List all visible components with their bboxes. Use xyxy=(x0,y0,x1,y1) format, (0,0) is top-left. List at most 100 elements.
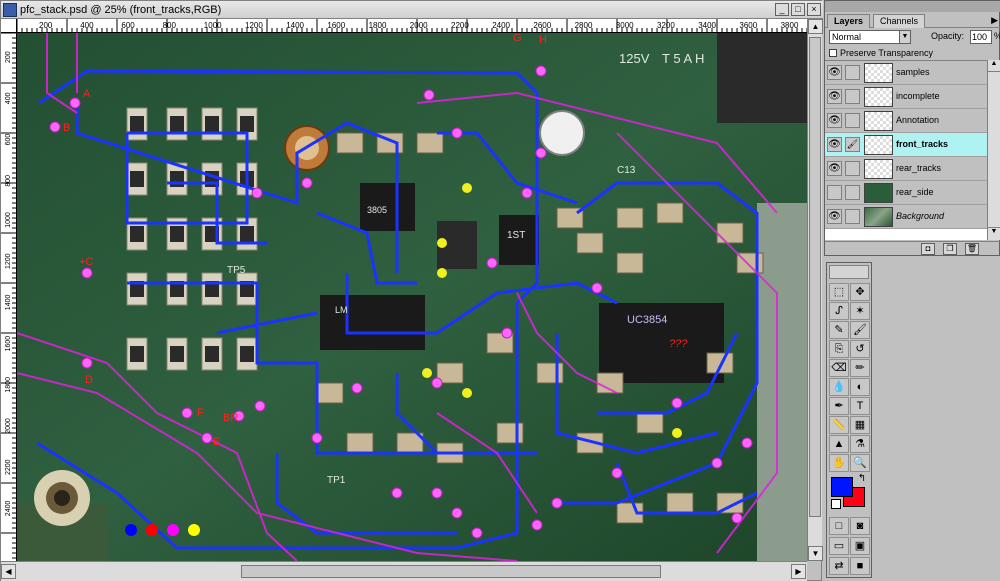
eye-hidden-slot[interactable] xyxy=(827,185,842,200)
layer-row[interactable]: 👁 samples xyxy=(825,61,987,85)
ruler-label: 1200 xyxy=(5,253,12,269)
document-titlebar[interactable]: pfc_stack.psd @ 25% (front_tracks,RGB) _… xyxy=(1,1,823,19)
layer-row[interactable]: 👁 Background xyxy=(825,205,987,229)
jump-to-imageready-icon[interactable]: ⇄ xyxy=(829,557,849,575)
net-label-h: H xyxy=(539,34,547,46)
ruler-label: 3600 xyxy=(739,21,757,30)
scroll-down-button[interactable]: ▼ xyxy=(808,546,823,561)
palette-titlebar[interactable] xyxy=(825,1,1000,12)
blur-tool-icon[interactable]: 💧 xyxy=(829,378,849,396)
layer-row[interactable]: 👁 rear_tracks xyxy=(825,157,987,181)
link-slot[interactable] xyxy=(845,65,860,80)
horizontal-scrollbar[interactable]: ◀ ▶ xyxy=(1,561,807,581)
scroll-right-button[interactable]: ▶ xyxy=(791,564,806,579)
screen-mode-full-icon[interactable]: ▣ xyxy=(850,537,870,555)
rubber-stamp-tool-icon[interactable]: ⎘ xyxy=(829,340,849,358)
zoom-tool-icon[interactable]: 🔍 xyxy=(850,454,870,472)
eye-icon[interactable]: 👁 xyxy=(827,209,842,224)
opacity-input[interactable]: 100 xyxy=(970,30,992,44)
horizontal-ruler[interactable]: 200 400 600 800 1000 1200 1400 1600 1800 2000 2200… xyxy=(17,19,807,33)
new-layer-button[interactable]: ❐ xyxy=(943,243,957,255)
eraser-tool-icon[interactable]: ⌫ xyxy=(829,359,849,377)
layer-row-selected[interactable]: 👁 🖌 front_tracks xyxy=(825,133,987,157)
quick-mask-icon[interactable]: ◙ xyxy=(850,517,870,535)
vertical-ruler[interactable]: 200 400 600 800 1000 1200 1400 1600 1800 2000 2200… xyxy=(1,33,17,561)
paint-bucket-tool-icon[interactable]: ▲ xyxy=(829,435,849,453)
tab-layers[interactable]: Layers xyxy=(827,14,871,28)
smd-capacitor xyxy=(716,222,744,244)
link-slot[interactable] xyxy=(845,89,860,104)
via-pad xyxy=(611,467,623,479)
scroll-left-button[interactable]: ◀ xyxy=(1,564,16,579)
palette-menu-icon[interactable]: ▶ xyxy=(991,15,998,26)
dodge-tool-icon[interactable]: ◐ xyxy=(850,378,870,396)
smd-capacitor xyxy=(336,132,364,154)
layer-row[interactable]: 👁 incomplete xyxy=(825,85,987,109)
smd-capacitor xyxy=(616,252,644,274)
eyedropper-tool-icon[interactable]: ⚗ xyxy=(850,435,870,453)
ruler-origin[interactable] xyxy=(1,19,17,33)
paintbrush-icon[interactable]: 🖌 xyxy=(845,137,860,152)
smd-resistor-body xyxy=(170,346,184,362)
scroll-down-button[interactable]: ▼ xyxy=(988,227,1000,239)
move-tool-icon[interactable]: ✥ xyxy=(850,283,870,301)
ruler-label: 600 xyxy=(5,134,12,146)
pencil-tool-icon[interactable]: ✏ xyxy=(850,359,870,377)
swap-colors-icon[interactable]: ↰ xyxy=(857,474,867,485)
lasso-tool-icon[interactable]: ᔑ xyxy=(829,302,849,320)
eye-icon[interactable]: 👁 xyxy=(827,65,842,80)
maximize-button[interactable]: □ xyxy=(791,3,805,16)
standard-mode-icon[interactable]: □ xyxy=(829,517,849,535)
layer-row[interactable]: 👁 Annotation xyxy=(825,109,987,133)
minimize-button[interactable]: _ xyxy=(775,3,789,16)
eye-icon[interactable]: 👁 xyxy=(827,137,842,152)
magic-wand-tool-icon[interactable]: ✶ xyxy=(850,302,870,320)
layer-row[interactable]: rear_side xyxy=(825,181,987,205)
link-slot[interactable] xyxy=(845,161,860,176)
fullscreen-icon[interactable]: ■ xyxy=(850,557,870,575)
eye-icon[interactable]: 👁 xyxy=(827,113,842,128)
layer-thumbnail xyxy=(864,135,893,155)
layer-list-scrollbar[interactable]: ▲ ▼ xyxy=(987,60,1000,240)
default-colors-icon[interactable] xyxy=(831,499,841,509)
tab-channels[interactable]: Channels xyxy=(873,14,926,28)
via-pad xyxy=(351,382,363,394)
trash-icon[interactable]: 🗑 xyxy=(965,243,979,255)
pen-tool-icon[interactable]: ✒ xyxy=(829,397,849,415)
silk-lm: LM xyxy=(335,305,348,315)
blend-mode-select[interactable]: Normal ▼ xyxy=(829,30,911,44)
preserve-transparency-checkbox[interactable] xyxy=(829,49,837,57)
link-slot[interactable] xyxy=(845,113,860,128)
via-pad xyxy=(49,121,61,133)
image-canvas[interactable]: A B +C D E F BR G H ??? 125V T 5 A H TP5… xyxy=(17,33,807,561)
eye-icon[interactable]: 👁 xyxy=(827,161,842,176)
net-label-e: E xyxy=(213,436,220,448)
measure-tool-icon[interactable]: 📏 xyxy=(829,416,849,434)
airbrush-tool-icon[interactable]: ✎ xyxy=(829,321,849,339)
layer-mask-button[interactable]: ◘ xyxy=(921,243,935,255)
paintbrush-tool-icon[interactable]: 🖌 xyxy=(850,321,870,339)
preserve-transparency-row[interactable]: Preserve Transparency xyxy=(829,48,933,58)
smd-capacitor xyxy=(666,492,694,514)
palette-tabs: Layers Channels ▶ xyxy=(825,13,1000,28)
foreground-color-swatch[interactable] xyxy=(831,477,853,497)
vertical-scroll-thumb[interactable] xyxy=(809,37,821,517)
close-button[interactable]: × xyxy=(807,3,821,16)
via-pad xyxy=(741,437,753,449)
eye-icon[interactable]: 👁 xyxy=(827,89,842,104)
layers-palette[interactable]: Layers Channels ▶ Normal ▼ Opacity: 100 … xyxy=(824,0,1000,256)
link-slot[interactable] xyxy=(845,209,860,224)
link-slot[interactable] xyxy=(845,185,860,200)
type-tool-icon[interactable]: T xyxy=(850,397,870,415)
vertical-scrollbar[interactable]: ▲ ▼ xyxy=(807,19,823,561)
ruler-label: 800 xyxy=(5,175,12,187)
marquee-tool-icon[interactable]: ⬚ xyxy=(829,283,849,301)
hand-tool-icon[interactable]: ✋ xyxy=(829,454,849,472)
history-brush-tool-icon[interactable]: ↺ xyxy=(850,340,870,358)
gradient-tool-icon[interactable]: ▦ xyxy=(850,416,870,434)
screen-mode-standard-icon[interactable]: ▭ xyxy=(829,537,849,555)
horizontal-scroll-thumb[interactable] xyxy=(241,565,661,578)
scroll-up-button[interactable]: ▲ xyxy=(988,60,1000,72)
document-window[interactable]: pfc_stack.psd @ 25% (front_tracks,RGB) _… xyxy=(0,0,823,581)
scroll-up-button[interactable]: ▲ xyxy=(808,19,823,34)
